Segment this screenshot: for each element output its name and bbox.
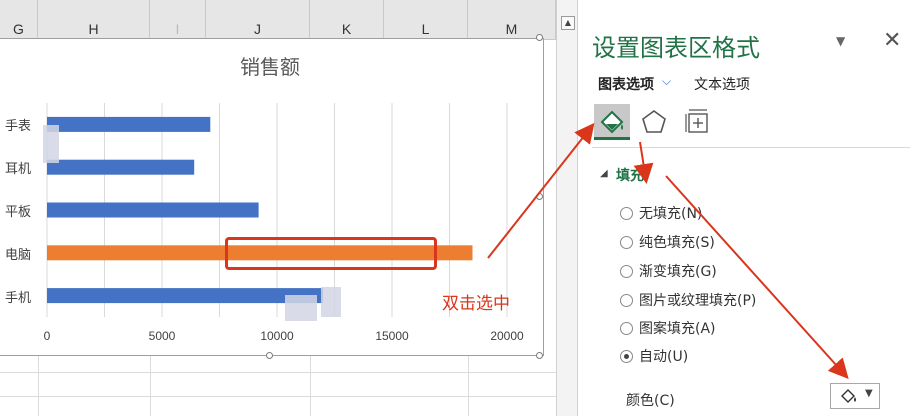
spreadsheet-area: G H I J K L M 销售额 手机 电脑 平板 耳机 手表 0 5000 10000 1… xyxy=(0,0,556,416)
bar-4[interactable] xyxy=(47,116,211,132)
column-header-h[interactable]: H xyxy=(38,0,150,40)
column-header-g[interactable]: G xyxy=(0,0,38,40)
x-tick-label: 0 xyxy=(43,329,51,343)
category-label: 手机 xyxy=(5,290,32,306)
format-chart-area-pane: 设置图表区格式 ▼ ✕ 图表选项 ⌵ 文本选项 ◢ 填充 无填充(N) 纯色填充… xyxy=(578,0,910,416)
gridline xyxy=(0,396,556,397)
chart-resize-handle[interactable] xyxy=(266,352,273,359)
bar-3[interactable] xyxy=(47,159,195,175)
paint-bucket-icon xyxy=(841,389,856,403)
column-header-j[interactable]: J xyxy=(206,0,310,40)
annotation-double-click-text: 双击选中 xyxy=(442,294,510,314)
bar-0[interactable] xyxy=(47,288,323,304)
vertical-scrollbar[interactable]: ▲ xyxy=(556,0,578,416)
chevron-down-icon[interactable]: ▼ xyxy=(865,388,873,399)
x-tick-label: 20000 xyxy=(490,329,524,343)
radio-solid-fill[interactable]: 纯色填充(S) xyxy=(620,232,715,251)
chevron-down-icon[interactable]: ⌵ xyxy=(662,74,671,89)
screenshot-artifact xyxy=(43,125,59,163)
close-icon[interactable]: ✕ xyxy=(883,28,901,54)
column-header-i[interactable]: I xyxy=(150,0,206,40)
annotation-highlight-box xyxy=(225,237,437,270)
radio-automatic[interactable]: 自动(U) xyxy=(620,346,688,365)
radio-button[interactable] xyxy=(620,321,633,335)
category-label: 平板 xyxy=(5,205,32,220)
radio-button[interactable] xyxy=(620,293,633,307)
effects-pentagon-icon[interactable] xyxy=(636,104,672,140)
column-headers: G H I J K L M xyxy=(0,0,556,40)
x-tick-label: 5000 xyxy=(148,329,176,343)
radio-button[interactable] xyxy=(620,206,633,220)
radio-button[interactable] xyxy=(620,264,633,278)
size-properties-icon[interactable] xyxy=(680,104,716,140)
fill-line-icon[interactable] xyxy=(594,104,630,140)
radio-gradient-fill[interactable]: 渐变填充(G) xyxy=(620,261,717,280)
category-label: 电脑 xyxy=(5,247,32,263)
tab-text-options[interactable]: 文本选项 xyxy=(694,74,750,94)
tab-chart-options[interactable]: 图表选项 xyxy=(598,74,654,94)
collapse-triangle-icon[interactable]: ◢ xyxy=(600,168,608,179)
color-label: 颜色(C) xyxy=(626,393,675,409)
chart-resize-handle[interactable] xyxy=(536,193,543,200)
x-tick-label: 15000 xyxy=(375,329,409,343)
radio-button[interactable] xyxy=(620,235,633,249)
gridline xyxy=(0,372,556,373)
column-header-m[interactable]: M xyxy=(468,0,556,40)
radio-pattern-fill[interactable]: 图案填充(A) xyxy=(620,318,716,337)
section-fill-title[interactable]: 填充 xyxy=(616,165,644,185)
color-picker-button[interactable]: ▼ xyxy=(830,383,880,409)
radio-picture-fill[interactable]: 图片或纹理填充(P) xyxy=(620,290,756,309)
radio-button-checked[interactable] xyxy=(620,349,633,363)
category-label: 耳机 xyxy=(5,162,32,178)
screenshot-artifact xyxy=(285,295,317,321)
chart-area[interactable]: 销售额 手机 电脑 平板 耳机 手表 0 5000 10000 15000 20000 双击选中 xyxy=(0,38,544,356)
screenshot-artifact xyxy=(321,287,341,317)
scroll-up-arrow-icon[interactable]: ▲ xyxy=(561,16,575,30)
x-tick-label: 10000 xyxy=(260,329,294,343)
pane-divider xyxy=(592,147,910,148)
pane-title: 设置图表区格式 xyxy=(592,34,760,62)
radio-no-fill[interactable]: 无填充(N) xyxy=(620,203,702,222)
column-header-l[interactable]: L xyxy=(384,0,468,40)
pane-options-menu-icon[interactable]: ▼ xyxy=(836,34,845,48)
bar-2[interactable] xyxy=(47,202,259,218)
column-header-k[interactable]: K xyxy=(310,0,384,40)
chart-resize-handle[interactable] xyxy=(536,352,543,359)
chart-resize-handle[interactable] xyxy=(536,34,543,41)
category-label: 手表 xyxy=(5,119,32,135)
